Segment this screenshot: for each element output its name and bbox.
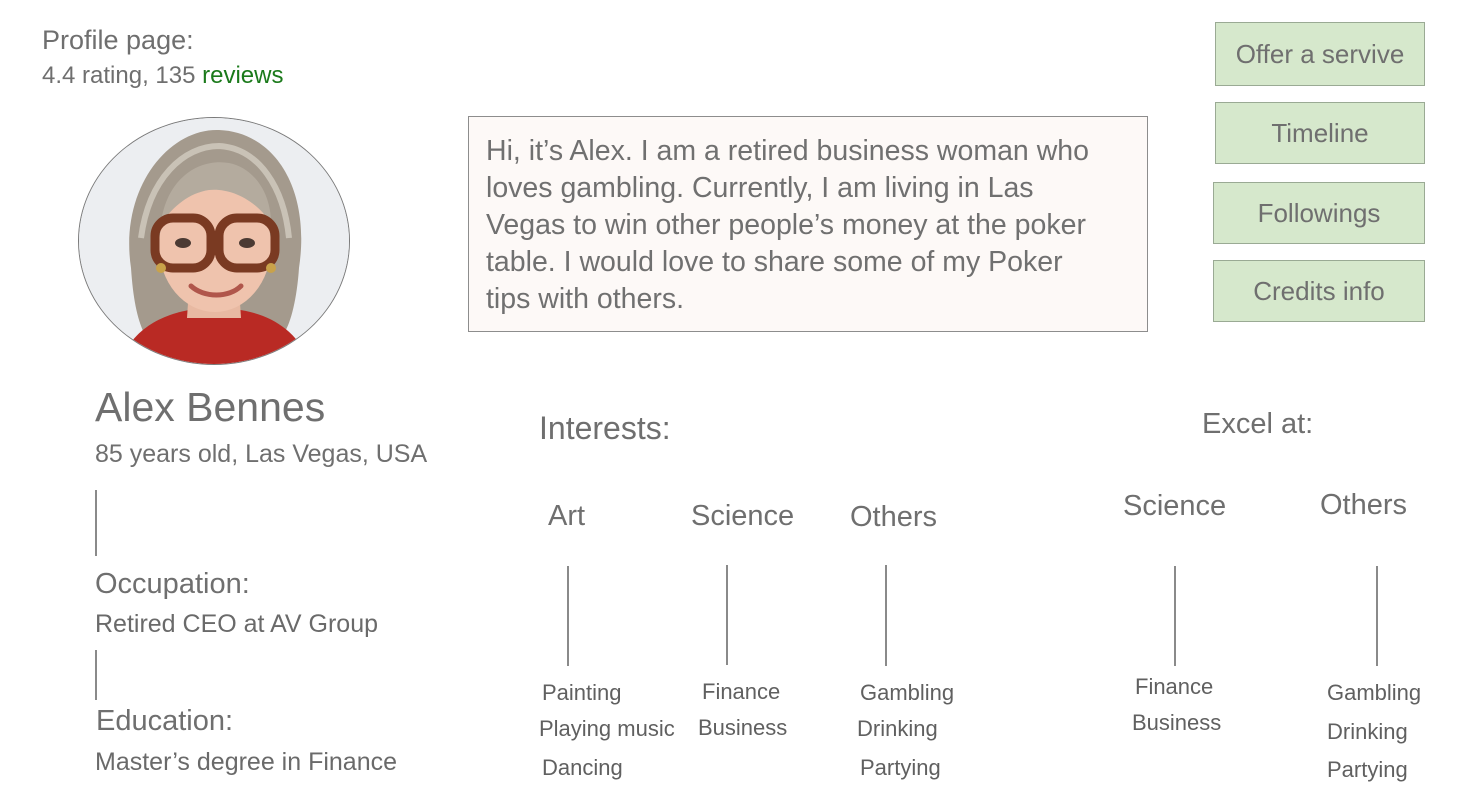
followings-button[interactable]: Followings <box>1213 182 1425 244</box>
divider <box>1376 566 1378 666</box>
timeline-button[interactable]: Timeline <box>1215 102 1425 164</box>
divider <box>95 490 97 556</box>
interest-item: Painting <box>542 680 622 705</box>
avatar-portrait <box>79 118 349 364</box>
divider <box>726 565 728 665</box>
excel-item: Gambling <box>1327 680 1422 705</box>
education-label: Education: <box>96 705 234 737</box>
credits-info-button[interactable]: Credits info <box>1213 260 1425 322</box>
bio-line: tips with others. <box>486 283 684 315</box>
divider <box>885 565 887 666</box>
avatar <box>78 117 350 365</box>
interest-item: Gambling <box>860 680 955 705</box>
excel-item: Finance <box>1135 674 1214 699</box>
divider <box>1174 566 1176 666</box>
excel-item: Business <box>1132 710 1222 735</box>
interest-item: Finance <box>702 679 781 704</box>
interest-category-art: Art <box>548 500 586 532</box>
divider <box>95 650 97 700</box>
excel-category-others: Others <box>1320 489 1408 521</box>
interest-item: Playing music <box>539 716 675 741</box>
bio-line: Vegas to win other people’s money at the… <box>486 209 1086 241</box>
bio-line: table. I would love to share some of my … <box>486 246 1063 278</box>
bio-line: Hi, it’s Alex. I am a retired business w… <box>486 135 1089 167</box>
reviews-link[interactable]: reviews <box>202 62 283 89</box>
excel-category-science: Science <box>1123 490 1227 522</box>
interest-category-science: Science <box>691 500 795 532</box>
rating-summary: 4.4 rating, 135 reviews <box>42 62 283 90</box>
interest-item: Business <box>698 715 788 740</box>
interests-heading: Interests: <box>539 410 671 446</box>
bio-line: loves gambling. Currently, I am living i… <box>486 172 1034 204</box>
excel-item: Partying <box>1327 757 1408 782</box>
interest-category-others: Others <box>850 501 938 533</box>
interest-item: Drinking <box>857 716 938 741</box>
occupation-label: Occupation: <box>95 568 250 600</box>
excel-item: Drinking <box>1327 719 1408 744</box>
offer-service-button[interactable]: Offer a servive <box>1215 22 1425 86</box>
page-title: Profile page: <box>42 25 194 55</box>
interest-item: Partying <box>860 755 941 780</box>
occupation-value: Retired CEO at AV Group <box>95 610 378 638</box>
profile-name: Alex Bennes <box>95 384 326 430</box>
bio-box: Hi, it’s Alex. I am a retired business w… <box>468 116 1148 332</box>
divider <box>567 566 569 666</box>
interest-item: Dancing <box>542 755 623 780</box>
rating-text: 4.4 rating, 135 <box>42 62 203 89</box>
excel-heading: Excel at: <box>1202 408 1314 440</box>
profile-meta: 85 years old, Las Vegas, USA <box>95 440 428 468</box>
education-value: Master’s degree in Finance <box>95 748 398 776</box>
